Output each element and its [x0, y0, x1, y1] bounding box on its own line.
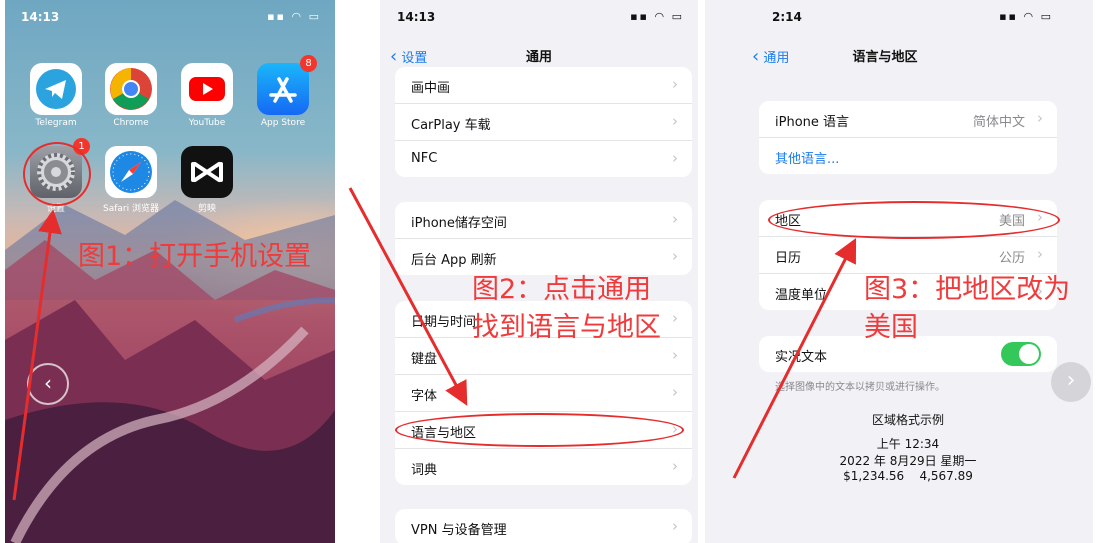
- caption-step-2-line2: 找到语言与地区: [472, 312, 661, 343]
- caption-step-1: 图1：打开手机设置: [78, 241, 312, 272]
- arrow-to-region: [732, 237, 857, 479]
- arrow-to-language-region: [348, 187, 468, 406]
- caption-step-3-line1: 图3：把地区改为: [864, 274, 1071, 305]
- caption-step-3-line2: 美国: [864, 312, 918, 343]
- arrow-to-settings: [12, 209, 62, 501]
- caption-step-2-line1: 图2：点击通用: [472, 274, 652, 305]
